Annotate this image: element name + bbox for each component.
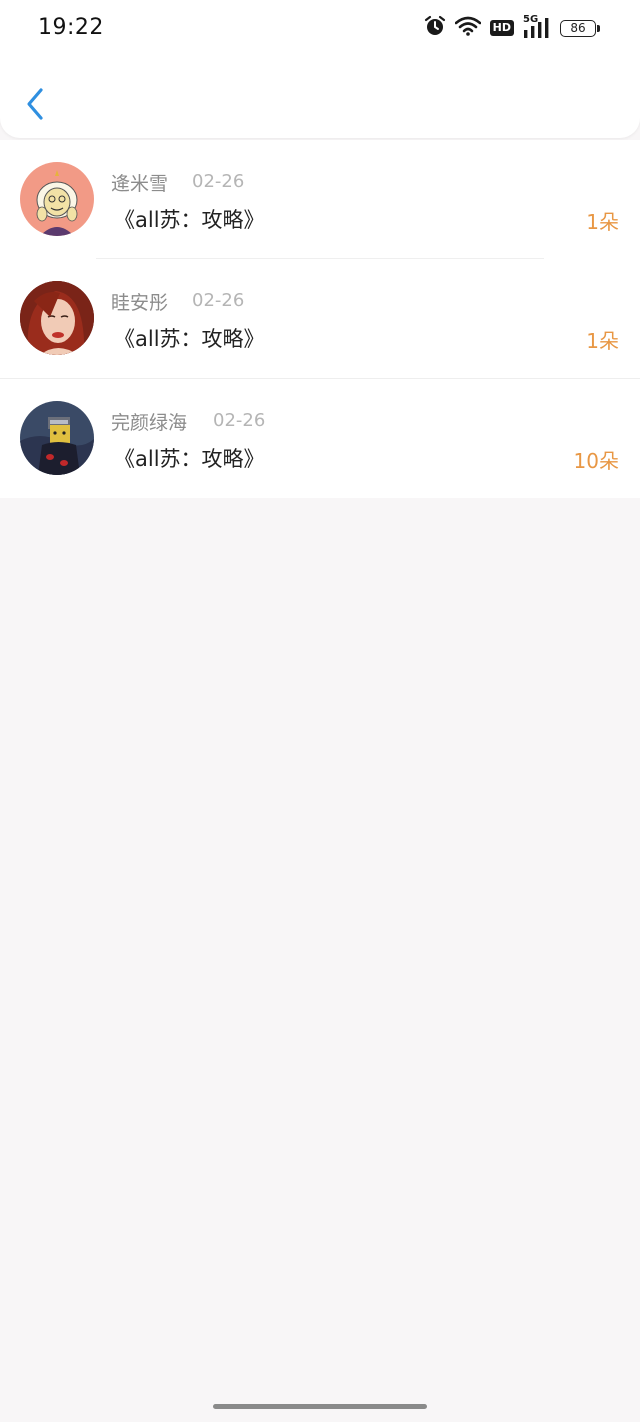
item-date: 02-26 — [213, 410, 266, 431]
flower-count: 1朵 — [586, 329, 619, 353]
signal-icon: 5G — [523, 14, 551, 39]
flower-count: 1朵 — [586, 210, 619, 234]
status-bar: 19:22 HD 5G 86 — [0, 0, 640, 56]
back-button[interactable] — [18, 82, 52, 126]
list-item[interactable]: 逄米雪 02-26 《all苏：攻略》 1朵 — [0, 140, 640, 259]
header: 19:22 HD 5G 86 — [0, 0, 640, 138]
item-date: 02-26 — [192, 171, 245, 192]
list-item[interactable]: 眭安彤 02-26 《all苏：攻略》 1朵 — [0, 259, 640, 379]
user-name: 眭安彤 — [111, 292, 169, 314]
work-title[interactable]: 《all苏：攻略》 — [114, 204, 265, 234]
hd-icon: HD — [489, 20, 514, 36]
gift-list: 逄米雪 02-26 《all苏：攻略》 1朵 眭安彤 02-26 《all苏：攻… — [0, 140, 640, 498]
status-time: 19:22 — [38, 15, 104, 40]
item-date: 02-26 — [192, 290, 245, 311]
alarm-icon — [424, 15, 446, 41]
flower-count: 10朵 — [573, 449, 619, 473]
status-icons: HD 5G 86 — [424, 14, 600, 41]
user-name: 逄米雪 — [111, 173, 169, 195]
home-indicator[interactable] — [213, 1404, 427, 1409]
user-name: 完颜绿海 — [111, 412, 188, 434]
wifi-icon — [454, 16, 481, 40]
avatar[interactable] — [20, 162, 94, 236]
chevron-left-icon — [27, 88, 43, 120]
battery-icon: 86 — [560, 19, 600, 37]
work-title[interactable]: 《all苏：攻略》 — [114, 443, 265, 473]
work-title[interactable]: 《all苏：攻略》 — [114, 323, 265, 353]
avatar[interactable] — [20, 281, 94, 355]
avatar[interactable] — [20, 401, 94, 475]
list-item[interactable]: 完颜绿海 02-26 《all苏：攻略》 10朵 — [0, 379, 640, 498]
battery-level: 86 — [570, 21, 586, 35]
